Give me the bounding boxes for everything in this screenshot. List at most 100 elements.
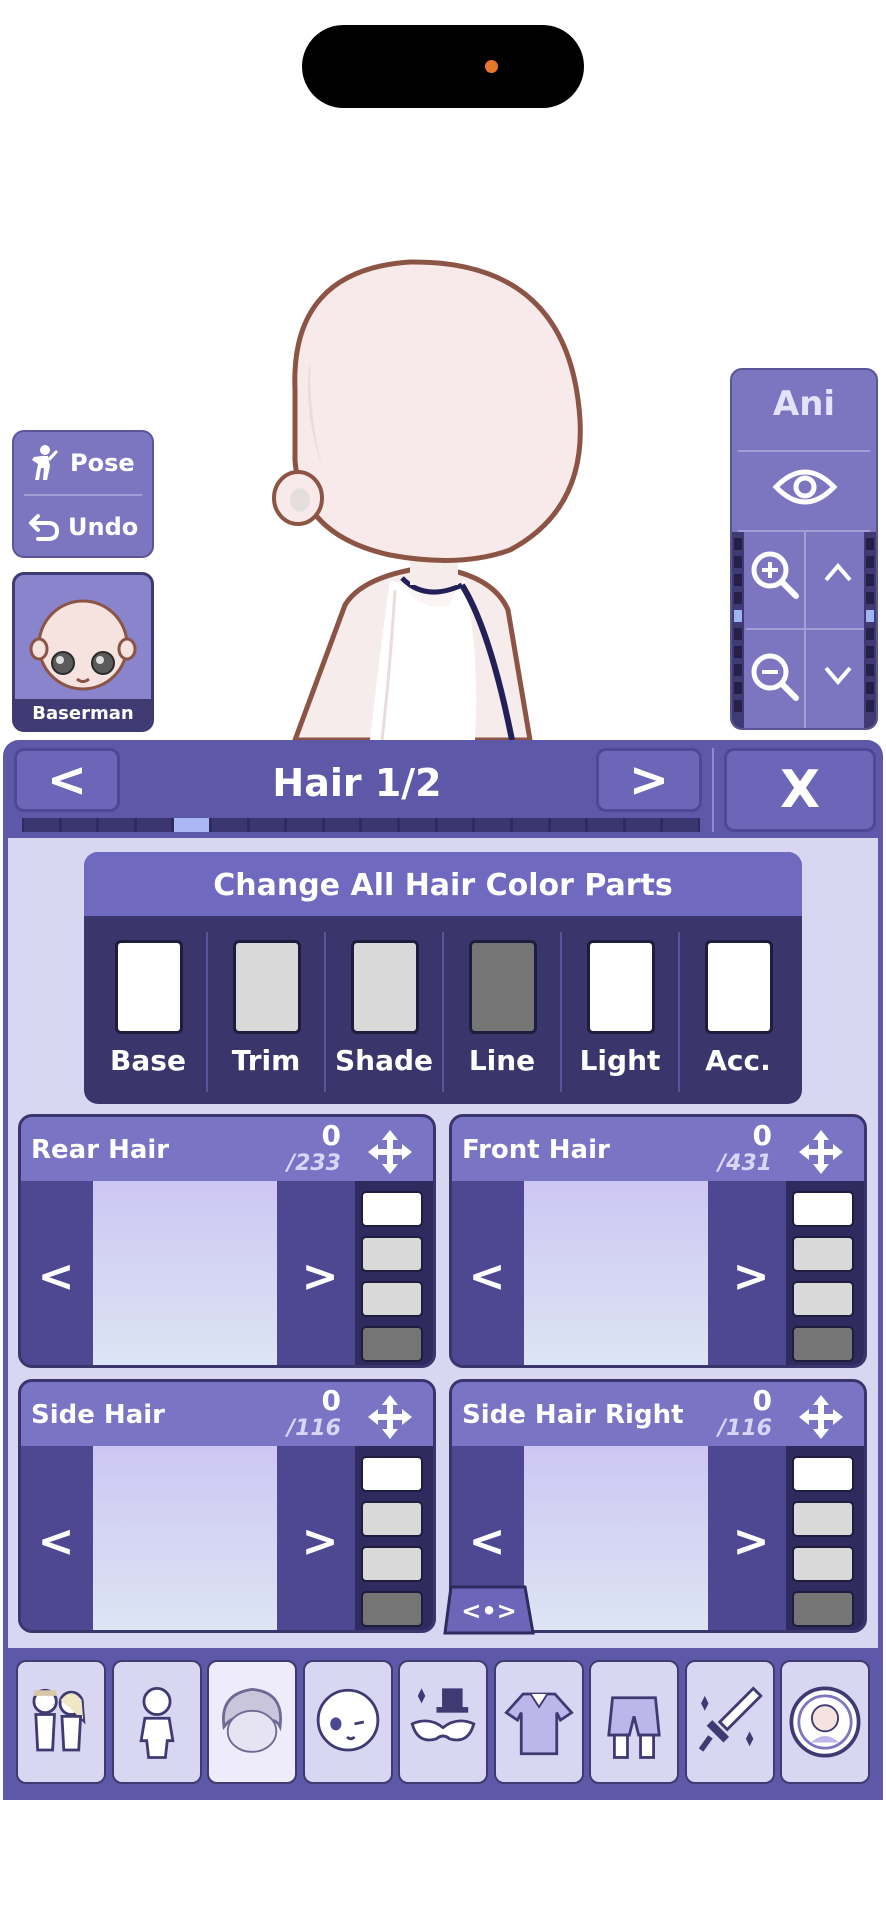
zoom-out-icon[interactable]	[748, 650, 800, 702]
hair-color-swatch[interactable]	[361, 1501, 423, 1537]
color-swatch[interactable]	[587, 940, 655, 1034]
hair-color-swatch[interactable]	[792, 1501, 854, 1537]
close-button[interactable]: X	[724, 748, 876, 832]
color-part-label: Acc.	[705, 1044, 771, 1077]
next-hair-button[interactable]: >	[287, 1446, 353, 1630]
color-part-label: Trim	[231, 1044, 301, 1077]
hair-color-swatch[interactable]	[792, 1236, 854, 1272]
page-indicator-segment	[550, 818, 586, 832]
hair-color-swatch[interactable]	[361, 1456, 423, 1492]
undo-button[interactable]: Undo	[14, 496, 152, 558]
layout-toggle-button[interactable]: <•>	[443, 1585, 535, 1635]
divider	[324, 932, 326, 1092]
color-part-light[interactable]: Light	[561, 916, 679, 1104]
page-indicator-segment	[512, 818, 548, 832]
move-icon[interactable]	[365, 1127, 415, 1177]
top-tab[interactable]	[493, 1660, 584, 1784]
hair-preview[interactable]	[93, 1446, 277, 1630]
hair-color-swatch[interactable]	[792, 1456, 854, 1492]
page-indicator	[22, 818, 700, 832]
camera-dot	[485, 60, 498, 73]
face-tab[interactable]	[302, 1660, 393, 1784]
hair-color-swatch[interactable]	[361, 1281, 423, 1317]
hair-part-total: /116	[287, 1416, 341, 1441]
profile-badge-icon	[789, 1686, 861, 1758]
presets-tab[interactable]	[16, 1660, 106, 1784]
hair-part-count: 0	[321, 1384, 341, 1417]
avatar-card[interactable]: Baserman	[12, 572, 154, 732]
next-page-button[interactable]: >	[596, 748, 702, 812]
move-icon[interactable]	[796, 1392, 846, 1442]
bottom-tab[interactable]	[589, 1660, 679, 1784]
right-scroll-rail[interactable]	[864, 532, 876, 728]
zoom-in-icon[interactable]	[748, 548, 800, 600]
page-indicator-segment	[212, 818, 247, 832]
color-part-shade[interactable]: Shade	[325, 916, 443, 1104]
next-hair-button[interactable]: >	[718, 1181, 784, 1365]
avatar-name: Baserman	[15, 699, 151, 729]
prev-hair-button[interactable]: <	[23, 1181, 89, 1365]
left-scroll-rail[interactable]	[732, 532, 744, 728]
hair-part-total: /431	[718, 1151, 772, 1176]
hair-color-swatch[interactable]	[361, 1546, 423, 1582]
hair-part-name: Side Hair Right	[462, 1400, 684, 1430]
page-indicator-segment	[362, 818, 398, 832]
hair-color-swatch[interactable]	[361, 1236, 423, 1272]
character-preview[interactable]	[240, 250, 620, 740]
hair-preview[interactable]	[93, 1181, 277, 1365]
chevron-up-icon[interactable]	[822, 560, 854, 584]
hair-color-swatch[interactable]	[792, 1546, 854, 1582]
page-indicator-segment	[324, 818, 360, 832]
profile-tab[interactable]	[780, 1660, 870, 1784]
hair-part-card: Front Hair 0/431 < >	[449, 1114, 867, 1368]
hair-color-swatch[interactable]	[792, 1591, 854, 1627]
page-indicator-segment	[174, 818, 210, 832]
color-parts-heading: Change All Hair Color Parts	[84, 852, 802, 916]
hair-color-swatch[interactable]	[792, 1191, 854, 1227]
hair-color-swatch[interactable]	[361, 1326, 423, 1362]
body-icon	[138, 1687, 175, 1759]
hair-part-total: /233	[287, 1151, 341, 1176]
hair-color-swatch[interactable]	[361, 1591, 423, 1627]
prev-hair-button[interactable]: <	[454, 1181, 520, 1365]
chevron-down-icon[interactable]	[822, 664, 854, 688]
hair-color-swatch[interactable]	[792, 1326, 854, 1362]
move-icon[interactable]	[796, 1127, 846, 1177]
hair-color-swatch[interactable]	[792, 1281, 854, 1317]
color-swatch[interactable]	[115, 940, 183, 1034]
page-indicator-segment	[625, 818, 661, 832]
weapons-tab[interactable]	[684, 1660, 775, 1784]
color-parts-panel: Change All Hair Color Parts Base Trim Shad…	[84, 852, 802, 1104]
prev-hair-button[interactable]: <	[23, 1446, 89, 1630]
shorts-icon	[607, 1696, 661, 1759]
hair-part-count: 0	[752, 1384, 772, 1417]
category-tab-bar	[3, 1648, 883, 1800]
pose-button[interactable]: Pose	[14, 432, 152, 494]
prev-page-button[interactable]: <	[14, 748, 120, 812]
hair-color-swatch[interactable]	[361, 1191, 423, 1227]
hair-preview[interactable]	[524, 1446, 708, 1630]
move-icon[interactable]	[365, 1392, 415, 1442]
next-hair-button[interactable]: >	[287, 1181, 353, 1365]
color-swatch[interactable]	[351, 940, 419, 1034]
sword-icon	[698, 1686, 763, 1752]
next-hair-button[interactable]: >	[718, 1446, 784, 1630]
color-swatch[interactable]	[705, 940, 773, 1034]
color-part-trim[interactable]: Trim	[207, 916, 325, 1104]
hair-preview[interactable]	[524, 1181, 708, 1365]
color-swatch[interactable]	[469, 940, 537, 1034]
ani-button[interactable]: Ani	[732, 384, 876, 424]
pose-label: Pose	[70, 449, 135, 477]
accessories-tab[interactable]	[398, 1660, 488, 1784]
eye-icon[interactable]	[772, 462, 838, 512]
divider	[206, 932, 208, 1092]
color-part-label: Base	[110, 1044, 186, 1077]
hair-part-name: Front Hair	[462, 1135, 610, 1165]
color-part-acc[interactable]: Acc.	[679, 916, 797, 1104]
color-part-line[interactable]: Line	[443, 916, 561, 1104]
color-part-base[interactable]: Base	[89, 916, 207, 1104]
page-indicator-segment	[24, 818, 59, 832]
hair-tab[interactable]	[207, 1660, 297, 1784]
body-tab[interactable]	[111, 1660, 202, 1784]
color-swatch[interactable]	[233, 940, 301, 1034]
